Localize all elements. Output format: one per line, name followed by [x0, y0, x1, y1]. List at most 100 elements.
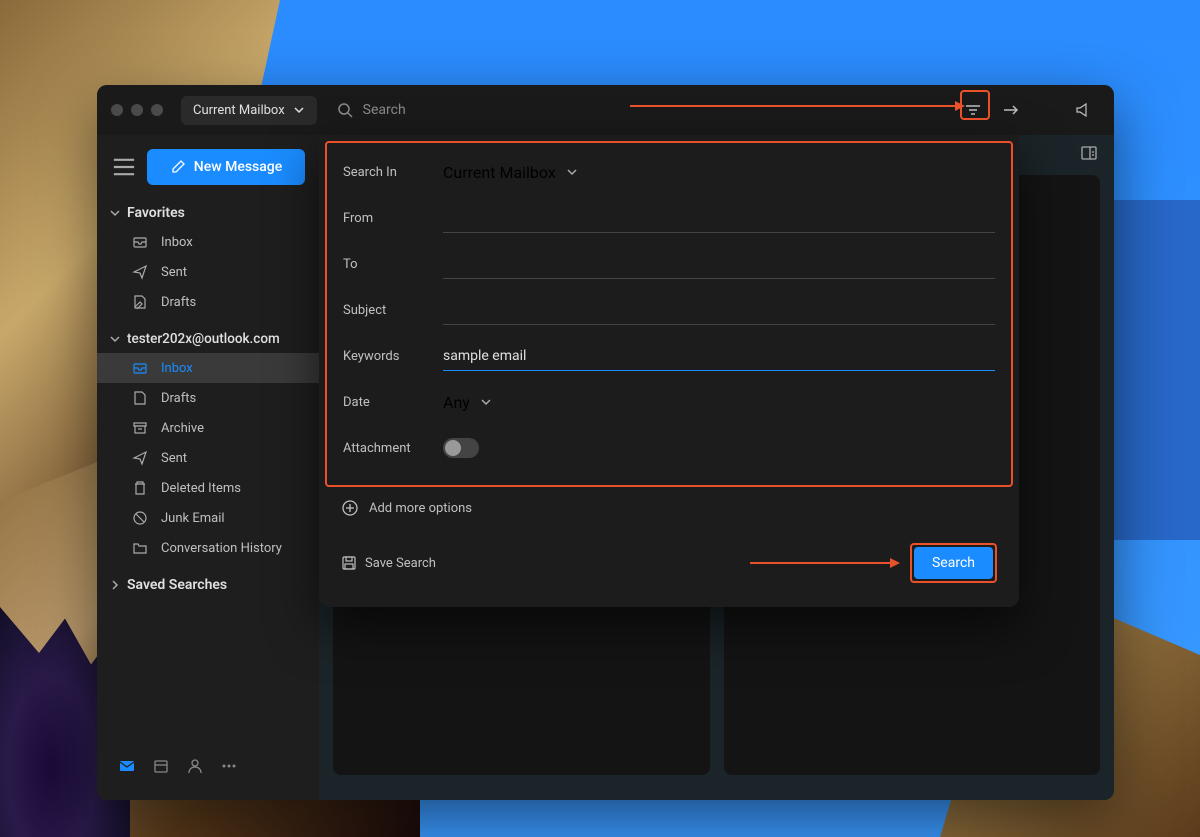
new-message-label: New Message	[194, 159, 282, 175]
from-input[interactable]	[443, 204, 995, 233]
send-icon	[131, 263, 149, 281]
send-icon	[131, 449, 149, 467]
sidebar-item-archive[interactable]: Archive	[97, 413, 319, 443]
calendar-nav-button[interactable]	[145, 750, 177, 782]
inbox-icon	[131, 359, 149, 377]
chevron-down-icon	[566, 166, 578, 178]
keywords-input[interactable]	[443, 342, 995, 371]
sidebar-item-label: Junk Email	[161, 511, 225, 526]
mail-nav-button[interactable]	[111, 750, 143, 782]
plus-circle-icon	[341, 499, 359, 517]
search-in-value: Current Mailbox	[443, 163, 556, 182]
sidebar-item-deleted[interactable]: Deleted Items	[97, 473, 319, 503]
chevron-down-icon	[293, 104, 305, 116]
people-nav-button[interactable]	[179, 750, 211, 782]
sidebar-item-label: Drafts	[161, 295, 196, 310]
saved-searches-header[interactable]: Saved Searches	[97, 571, 319, 599]
inbox-icon	[131, 233, 149, 251]
attachment-toggle[interactable]	[443, 438, 479, 458]
folder-icon	[131, 539, 149, 557]
search-in-dropdown[interactable]: Current Mailbox	[443, 159, 578, 186]
search-placeholder: Search	[363, 102, 406, 118]
save-search-label: Save Search	[365, 556, 436, 571]
mail-icon	[118, 757, 136, 775]
search-button-label: Search	[932, 555, 975, 571]
sidebar-item-drafts[interactable]: Drafts	[97, 383, 319, 413]
sidebar-item-label: Inbox	[161, 361, 193, 376]
to-input[interactable]	[443, 250, 995, 279]
sidebar-item-label: Drafts	[161, 391, 196, 406]
date-value: Any	[443, 393, 470, 412]
search-scope-label: Current Mailbox	[193, 103, 285, 118]
subject-label: Subject	[343, 303, 443, 318]
add-more-label: Add more options	[369, 501, 472, 516]
sidebar-item-conversation-history[interactable]: Conversation History	[97, 533, 319, 563]
junk-icon	[131, 509, 149, 527]
add-more-options-button[interactable]: Add more options	[319, 487, 1019, 517]
chevron-down-icon	[109, 333, 121, 345]
hamburger-icon	[111, 154, 137, 180]
drafts-icon	[131, 389, 149, 407]
new-message-button[interactable]: New Message	[147, 149, 305, 185]
advanced-search-panel: Search In Current Mailbox From To	[319, 135, 1019, 607]
megaphone-icon	[1074, 101, 1092, 119]
search-button[interactable]: Search	[914, 547, 993, 579]
sidebar-bottom-nav	[97, 742, 319, 790]
sidebar: New Message Favorites Inbox Sent	[97, 135, 319, 800]
arrow-right-icon	[1002, 101, 1020, 119]
sidebar-item-label: Sent	[161, 451, 187, 466]
close-dot-icon[interactable]	[111, 104, 123, 116]
compose-icon	[170, 159, 186, 175]
sidebar-item-label: Inbox	[161, 235, 193, 250]
filter-icon	[964, 101, 982, 119]
window-controls[interactable]	[111, 104, 163, 116]
favorites-header[interactable]: Favorites	[97, 199, 319, 227]
chevron-right-icon	[109, 579, 121, 591]
sidebar-item-fav-drafts[interactable]: Drafts	[97, 287, 319, 317]
advanced-search-form: Search In Current Mailbox From To	[325, 141, 1013, 487]
chevron-down-icon	[109, 207, 121, 219]
date-dropdown[interactable]: Any	[443, 389, 492, 416]
content-area: Search In Current Mailbox From To	[319, 135, 1114, 800]
announcements-button[interactable]	[1066, 93, 1100, 127]
saved-searches-label: Saved Searches	[127, 577, 227, 593]
minimize-dot-icon[interactable]	[131, 104, 143, 116]
maximize-dot-icon[interactable]	[151, 104, 163, 116]
keywords-label: Keywords	[343, 349, 443, 364]
annotation-highlight-box: Search	[910, 543, 997, 583]
trash-icon	[131, 479, 149, 497]
to-label: To	[343, 257, 443, 272]
search-icon	[337, 102, 353, 118]
date-label: Date	[343, 395, 443, 410]
toggle-knob	[445, 440, 461, 456]
save-search-button[interactable]: Save Search	[341, 555, 436, 571]
chevron-down-icon	[480, 396, 492, 408]
annotation-arrow-icon	[750, 557, 900, 569]
sidebar-item-fav-inbox[interactable]: Inbox	[97, 227, 319, 257]
sidebar-item-label: Deleted Items	[161, 481, 241, 496]
account-header[interactable]: tester202x@outlook.com	[97, 325, 319, 353]
drafts-icon	[131, 293, 149, 311]
sidebar-item-junk[interactable]: Junk Email	[97, 503, 319, 533]
calendar-icon	[152, 757, 170, 775]
exit-search-button[interactable]	[994, 93, 1028, 127]
outlook-window: Current Mailbox Search	[97, 85, 1114, 800]
subject-input[interactable]	[443, 296, 995, 325]
sidebar-item-label: Archive	[161, 421, 204, 436]
from-label: From	[343, 211, 443, 226]
sidebar-item-fav-sent[interactable]: Sent	[97, 257, 319, 287]
hamburger-button[interactable]	[111, 154, 137, 180]
search-in-label: Search In	[343, 165, 443, 180]
layout-toggle-button[interactable]	[1080, 144, 1098, 166]
sidebar-item-inbox[interactable]: Inbox	[97, 353, 319, 383]
ellipsis-icon	[220, 757, 238, 775]
people-icon	[186, 757, 204, 775]
save-icon	[341, 555, 357, 571]
panel-icon	[1080, 144, 1098, 162]
sidebar-item-sent[interactable]: Sent	[97, 443, 319, 473]
more-nav-button[interactable]	[213, 750, 245, 782]
annotation-arrow-icon	[630, 100, 965, 112]
search-scope-dropdown[interactable]: Current Mailbox	[181, 96, 317, 125]
sidebar-item-label: Sent	[161, 265, 187, 280]
account-label: tester202x@outlook.com	[127, 331, 280, 347]
